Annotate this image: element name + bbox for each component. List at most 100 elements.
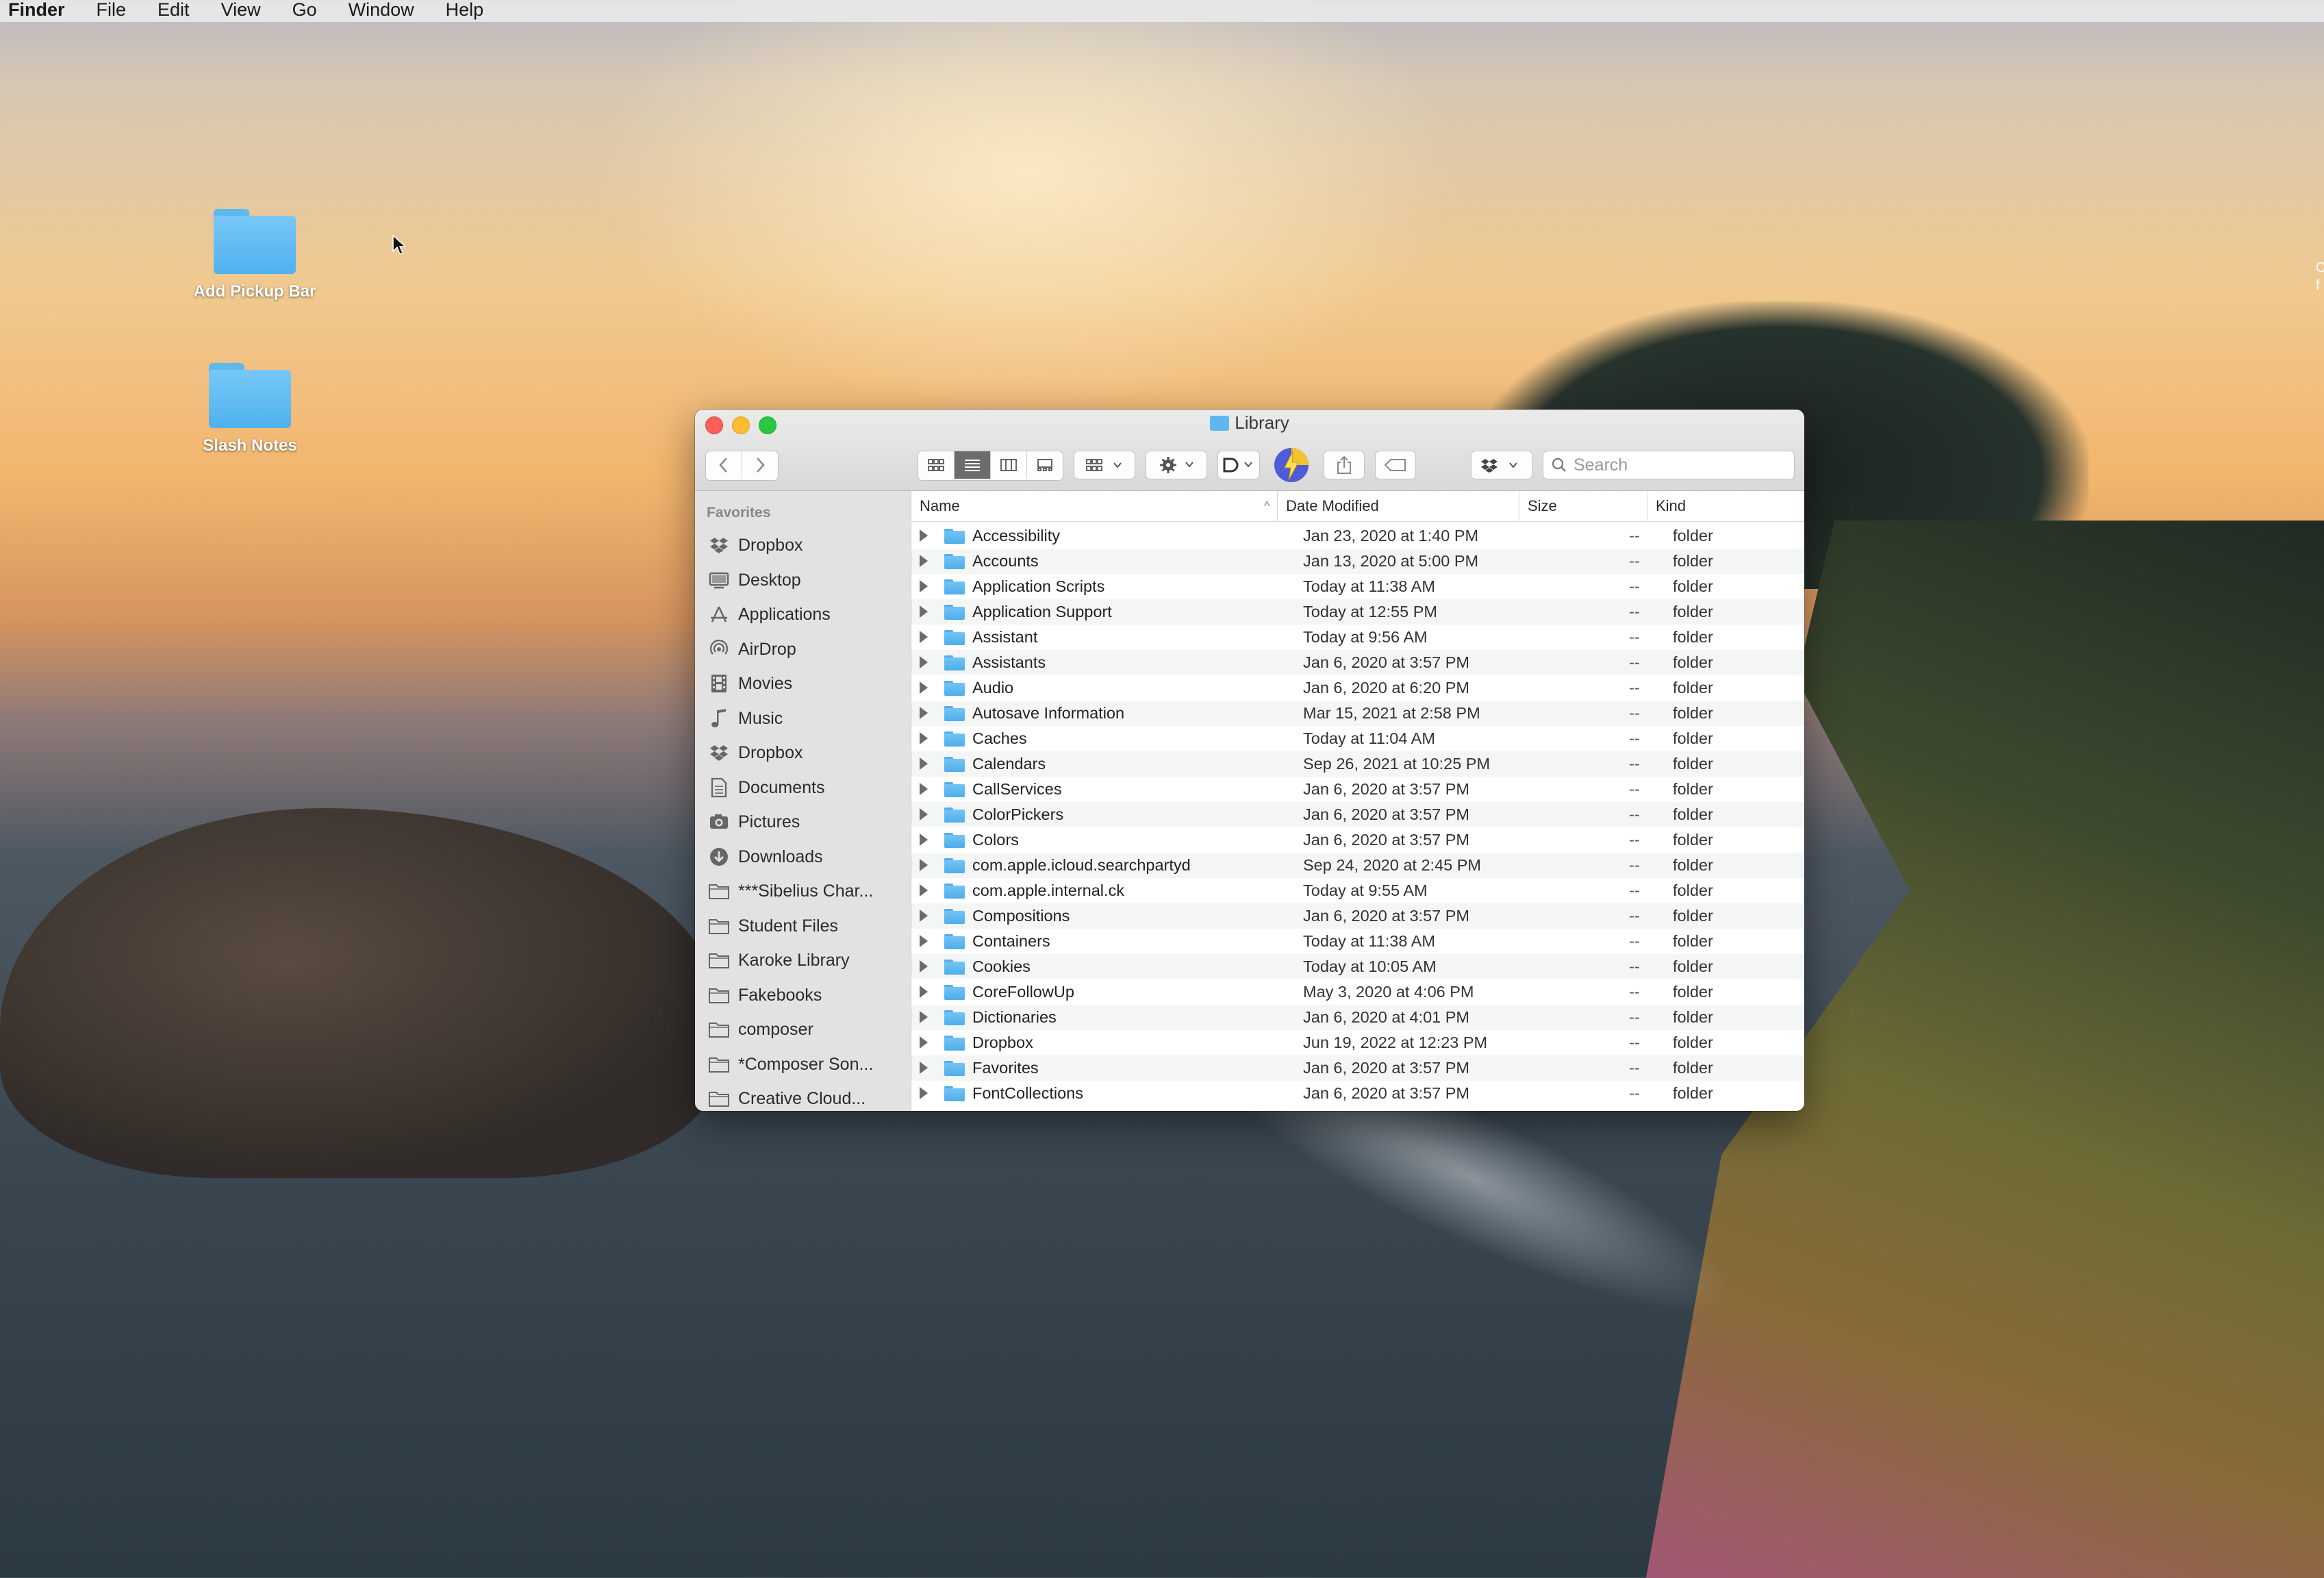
back-button[interactable] [706, 451, 742, 479]
table-row[interactable]: com.apple.internal.ck Today at 9:55 AM -- f… [911, 878, 1804, 903]
sidebar-item-karoke-library[interactable]: Karoke Library [707, 944, 909, 977]
table-row[interactable]: Compositions Jan 6, 2020 at 3:57 PM -- fold… [911, 903, 1804, 929]
sidebar-item-downloads[interactable]: Downloads [707, 840, 909, 873]
sidebar-item-fakebooks[interactable]: Fakebooks [707, 979, 909, 1012]
sidebar-item-documents[interactable]: Documents [707, 771, 909, 804]
column-view-button[interactable] [991, 451, 1027, 479]
table-row[interactable]: Application Support Today at 12:55 PM -- fo… [911, 599, 1804, 625]
disclosure-triangle-icon[interactable] [920, 884, 928, 897]
table-row[interactable]: CallServices Jan 6, 2020 at 3:57 PM -- fold… [911, 777, 1804, 802]
file-kind: folder [1673, 628, 1713, 646]
movies-icon [707, 671, 731, 696]
folder-icon [944, 884, 965, 899]
disclosure-triangle-icon[interactable] [920, 834, 928, 846]
disclosure-triangle-icon[interactable] [920, 1087, 928, 1099]
disclosure-triangle-icon[interactable] [920, 1062, 928, 1074]
disclosure-triangle-icon[interactable] [920, 1011, 928, 1023]
sidebar-item-applications[interactable]: Applications [707, 598, 909, 631]
table-row[interactable]: Containers Today at 11:38 AM -- folder [911, 929, 1804, 954]
table-row[interactable]: Accounts Jan 13, 2020 at 5:00 PM -- folder [911, 549, 1804, 574]
table-row[interactable]: Calendars Sep 26, 2021 at 10:25 PM -- folde… [911, 751, 1804, 777]
folder-icon [707, 983, 731, 1007]
table-row[interactable]: Dictionaries Jan 6, 2020 at 4:01 PM -- fold… [911, 1005, 1804, 1030]
disclosure-triangle-icon[interactable] [920, 707, 928, 719]
disclosure-triangle-icon[interactable] [920, 859, 928, 871]
sidebar-item-airdrop[interactable]: AirDrop [707, 633, 909, 666]
column-header-kind[interactable]: Kind [1647, 491, 1804, 521]
menu-view[interactable]: View [205, 0, 277, 22]
share-button[interactable] [1324, 451, 1365, 479]
disclosure-triangle-icon[interactable] [920, 605, 928, 618]
sidebar-item-desktop[interactable]: Desktop [707, 564, 909, 597]
sidebar-item-creative-cloud[interactable]: Creative Cloud... [707, 1082, 909, 1111]
folder-icon [944, 1010, 965, 1025]
disclosure-triangle-icon[interactable] [920, 910, 928, 922]
dropbox-toolbar-button[interactable] [1471, 451, 1532, 479]
table-row[interactable]: Colors Jan 6, 2020 at 3:57 PM -- folder [911, 827, 1804, 853]
sidebar-item-pictures[interactable]: Pictures [707, 805, 909, 838]
table-row[interactable]: Audio Jan 6, 2020 at 6:20 PM -- folder [911, 675, 1804, 701]
table-row[interactable]: Dropbox Jun 19, 2022 at 12:23 PM -- folder [911, 1030, 1804, 1055]
column-header-name[interactable]: Name [911, 491, 1277, 521]
table-row[interactable]: FontCollections Jan 6, 2020 at 3:57 PM -- f… [911, 1081, 1804, 1106]
table-row[interactable]: Caches Today at 11:04 AM -- folder [911, 726, 1804, 751]
disclosure-triangle-icon[interactable] [920, 656, 928, 668]
menu-app-finder[interactable]: Finder [0, 0, 81, 22]
disclosure-triangle-icon[interactable] [920, 783, 928, 795]
menu-file[interactable]: File [81, 0, 142, 22]
search-field[interactable]: Search [1543, 451, 1795, 479]
disclosure-triangle-icon[interactable] [920, 681, 928, 694]
table-row[interactable]: com.apple.icloud.searchpartyd Sep 24, 202… [911, 853, 1804, 878]
disclosure-triangle-icon[interactable] [920, 529, 928, 542]
disclosure-triangle-icon[interactable] [920, 960, 928, 973]
menu-window[interactable]: Window [333, 0, 430, 22]
file-kind: folder [1673, 1034, 1713, 1051]
sidebar-item-sibelius-charts[interactable]: ***Sibelius Char... [707, 875, 909, 907]
sidebar-item-dropbox[interactable]: Dropbox [707, 529, 909, 562]
file-size: -- [1629, 679, 1640, 697]
group-button[interactable] [1074, 451, 1135, 479]
menu-help[interactable]: Help [430, 0, 500, 22]
tag-button[interactable] [1375, 451, 1416, 479]
sidebar-item-composer-songs[interactable]: *Composer Son... [707, 1048, 909, 1081]
disclosure-triangle-icon[interactable] [920, 757, 928, 770]
disclosure-triangle-icon[interactable] [920, 1036, 928, 1049]
table-row[interactable]: CoreFollowUp May 3, 2020 at 4:06 PM -- fold… [911, 979, 1804, 1005]
column-header-date-modified[interactable]: Date Modified [1277, 491, 1519, 521]
sidebar-item-movies[interactable]: Movies [707, 667, 909, 700]
table-row[interactable]: Assistant Today at 9:56 AM -- folder [911, 625, 1804, 650]
table-row[interactable]: Favorites Jan 6, 2020 at 3:57 PM -- folder [911, 1055, 1804, 1081]
app-extension-icon [1223, 458, 1252, 473]
table-row[interactable]: Application Scripts Today at 11:38 AM -- fo… [911, 574, 1804, 599]
disclosure-triangle-icon[interactable] [920, 986, 928, 998]
disclosure-triangle-icon[interactable] [920, 732, 928, 744]
list-view-button[interactable] [955, 451, 991, 479]
action-button[interactable] [1146, 451, 1207, 479]
disclosure-triangle-icon[interactable] [920, 555, 928, 567]
sidebar-item-music[interactable]: Music [707, 702, 909, 735]
lightning-app-button[interactable] [1270, 448, 1313, 482]
desktop-folder-slash-notes[interactable]: Slash Notes [161, 363, 339, 455]
table-row[interactable]: Cookies Today at 10:05 AM -- folder [911, 954, 1804, 979]
table-row[interactable]: Autosave Information Mar 15, 2021 at 2:58… [911, 701, 1804, 726]
sidebar-item-student-files[interactable]: Student Files [707, 910, 909, 942]
forward-button[interactable] [742, 451, 778, 479]
disclosure-triangle-icon[interactable] [920, 631, 928, 643]
folder-icon [944, 681, 965, 696]
table-row[interactable]: Assistants Jan 6, 2020 at 3:57 PM -- folder [911, 650, 1804, 675]
sidebar-item-composer[interactable]: composer [707, 1013, 909, 1046]
app-extension-button[interactable] [1217, 451, 1260, 479]
column-header-size[interactable]: Size [1519, 491, 1647, 521]
icon-view-button[interactable] [918, 451, 955, 479]
gallery-view-button[interactable] [1027, 451, 1063, 479]
table-row[interactable]: Accessibility Jan 23, 2020 at 1:40 PM -- fo… [911, 523, 1804, 549]
desktop-folder-add-pickup-bar[interactable]: Add Pickup Bar [166, 209, 344, 301]
file-date-modified: Today at 11:38 AM [1303, 932, 1435, 950]
disclosure-triangle-icon[interactable] [920, 808, 928, 821]
menu-go[interactable]: Go [277, 0, 333, 22]
sidebar-item-dropbox-2[interactable]: Dropbox [707, 736, 909, 769]
disclosure-triangle-icon[interactable] [920, 935, 928, 947]
table-row[interactable]: ColorPickers Jan 6, 2020 at 3:57 PM -- fold… [911, 802, 1804, 827]
disclosure-triangle-icon[interactable] [920, 580, 928, 592]
menu-edit[interactable]: Edit [142, 0, 205, 22]
